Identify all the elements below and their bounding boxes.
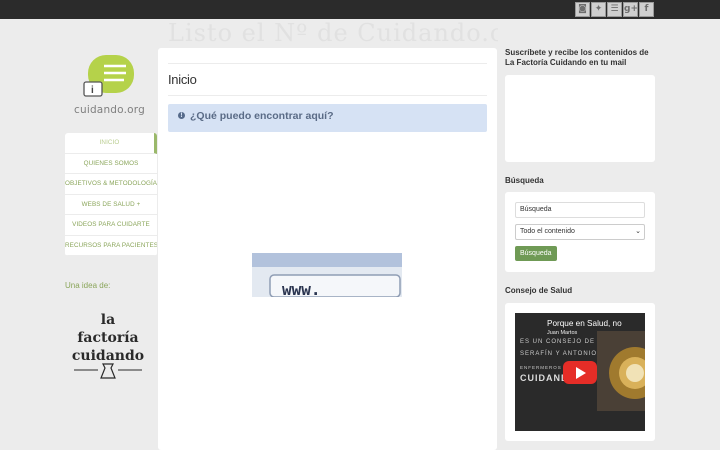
search-widget: Búsqueda Todo el contenido ⌄ Búsqueda xyxy=(505,192,655,272)
youtube-video[interactable]: Porque en Salud, no Juan Martos ES UN CO… xyxy=(515,313,645,431)
search-input-value: Búsqueda xyxy=(520,206,552,213)
header-background-text: Listo el Nº de Cuidando.org xyxy=(168,19,498,47)
video-author: Juan Martos xyxy=(547,330,578,336)
factoria-line2: factoría xyxy=(77,330,138,346)
content-image[interactable]: www. xyxy=(252,253,402,297)
flask-icon xyxy=(100,363,116,379)
instagram-icon[interactable]: ◙ xyxy=(575,2,590,17)
rss-icon[interactable]: ☰ xyxy=(607,2,622,17)
la-factoria-cuidando-logo[interactable]: la factoría cuidando xyxy=(70,310,146,382)
top-bar: ◙ ✦ ☰ g+ f xyxy=(0,0,720,19)
chevron-down-icon: ⌄ xyxy=(635,228,641,235)
video-section-title: Consejo de Salud xyxy=(505,286,573,295)
nav-item-quienes-somos[interactable]: QUIENES SOMOS xyxy=(65,154,157,174)
sunburst-image xyxy=(597,331,645,411)
video-caption-line: CUIDAND xyxy=(520,373,569,383)
nav-item-recursos[interactable]: RECURSOS PARA PACIENTES xyxy=(65,236,157,256)
nav-item-webs-de-salud[interactable]: WEBS DE SALUD + xyxy=(65,195,157,215)
info-icon: ! xyxy=(178,112,185,119)
video-widget: Porque en Salud, no Juan Martos ES UN CO… xyxy=(505,303,655,441)
facebook-icon[interactable]: f xyxy=(639,2,654,17)
divider xyxy=(168,63,487,64)
factoria-line3: cuidando xyxy=(72,348,144,364)
search-title: Búsqueda xyxy=(505,176,544,185)
nav-item-inicio[interactable]: INICIO xyxy=(65,133,157,154)
video-caption-line: ENFERMEROS xyxy=(520,365,562,370)
select-value: Todo el contenido xyxy=(520,228,575,235)
play-icon[interactable] xyxy=(563,361,597,384)
content-type-select[interactable]: Todo el contenido ⌄ xyxy=(515,224,645,240)
nav-item-videos[interactable]: VIDEOS PARA CUIDARTE xyxy=(65,215,157,236)
twitter-icon[interactable]: ✦ xyxy=(591,2,606,17)
subscribe-widget xyxy=(505,75,655,162)
factoria-line1: la xyxy=(101,312,115,328)
thumbnail-graphic: www. xyxy=(252,253,402,297)
info-accordion-label: ¿Qué puedo encontrar aquí? xyxy=(190,110,334,122)
subscribe-title: Suscríbete y recibe los contenidos de La… xyxy=(505,48,649,67)
social-links: ◙ ✦ ☰ g+ f xyxy=(575,2,654,17)
main-content: Inicio ! ¿Qué puedo encontrar aquí? www. xyxy=(158,48,497,450)
logo-info-glyph: i xyxy=(91,85,94,96)
google-plus-icon[interactable]: g+ xyxy=(623,2,638,17)
page-title: Inicio xyxy=(168,72,197,87)
nav-item-objetivos[interactable]: OBJETIVOS & METODOLOGÍA xyxy=(65,174,157,195)
divider xyxy=(168,95,487,96)
svg-text:www.: www. xyxy=(282,280,321,297)
search-input[interactable]: Búsqueda xyxy=(515,202,645,218)
logo-text: cuidando.org xyxy=(74,104,145,116)
main-nav: INICIO QUIENES SOMOS OBJETIVOS & METODOL… xyxy=(65,133,157,256)
search-button[interactable]: Búsqueda xyxy=(515,246,557,261)
idea-label: Una idea de: xyxy=(65,281,111,290)
video-title: Porque en Salud, no xyxy=(547,319,622,328)
video-caption-line: SERAFÍN Y ANTONIO xyxy=(520,351,598,357)
video-caption-line: ES UN CONSEJO DE xyxy=(520,339,596,345)
info-accordion[interactable]: ! ¿Qué puedo encontrar aquí? xyxy=(168,104,487,132)
